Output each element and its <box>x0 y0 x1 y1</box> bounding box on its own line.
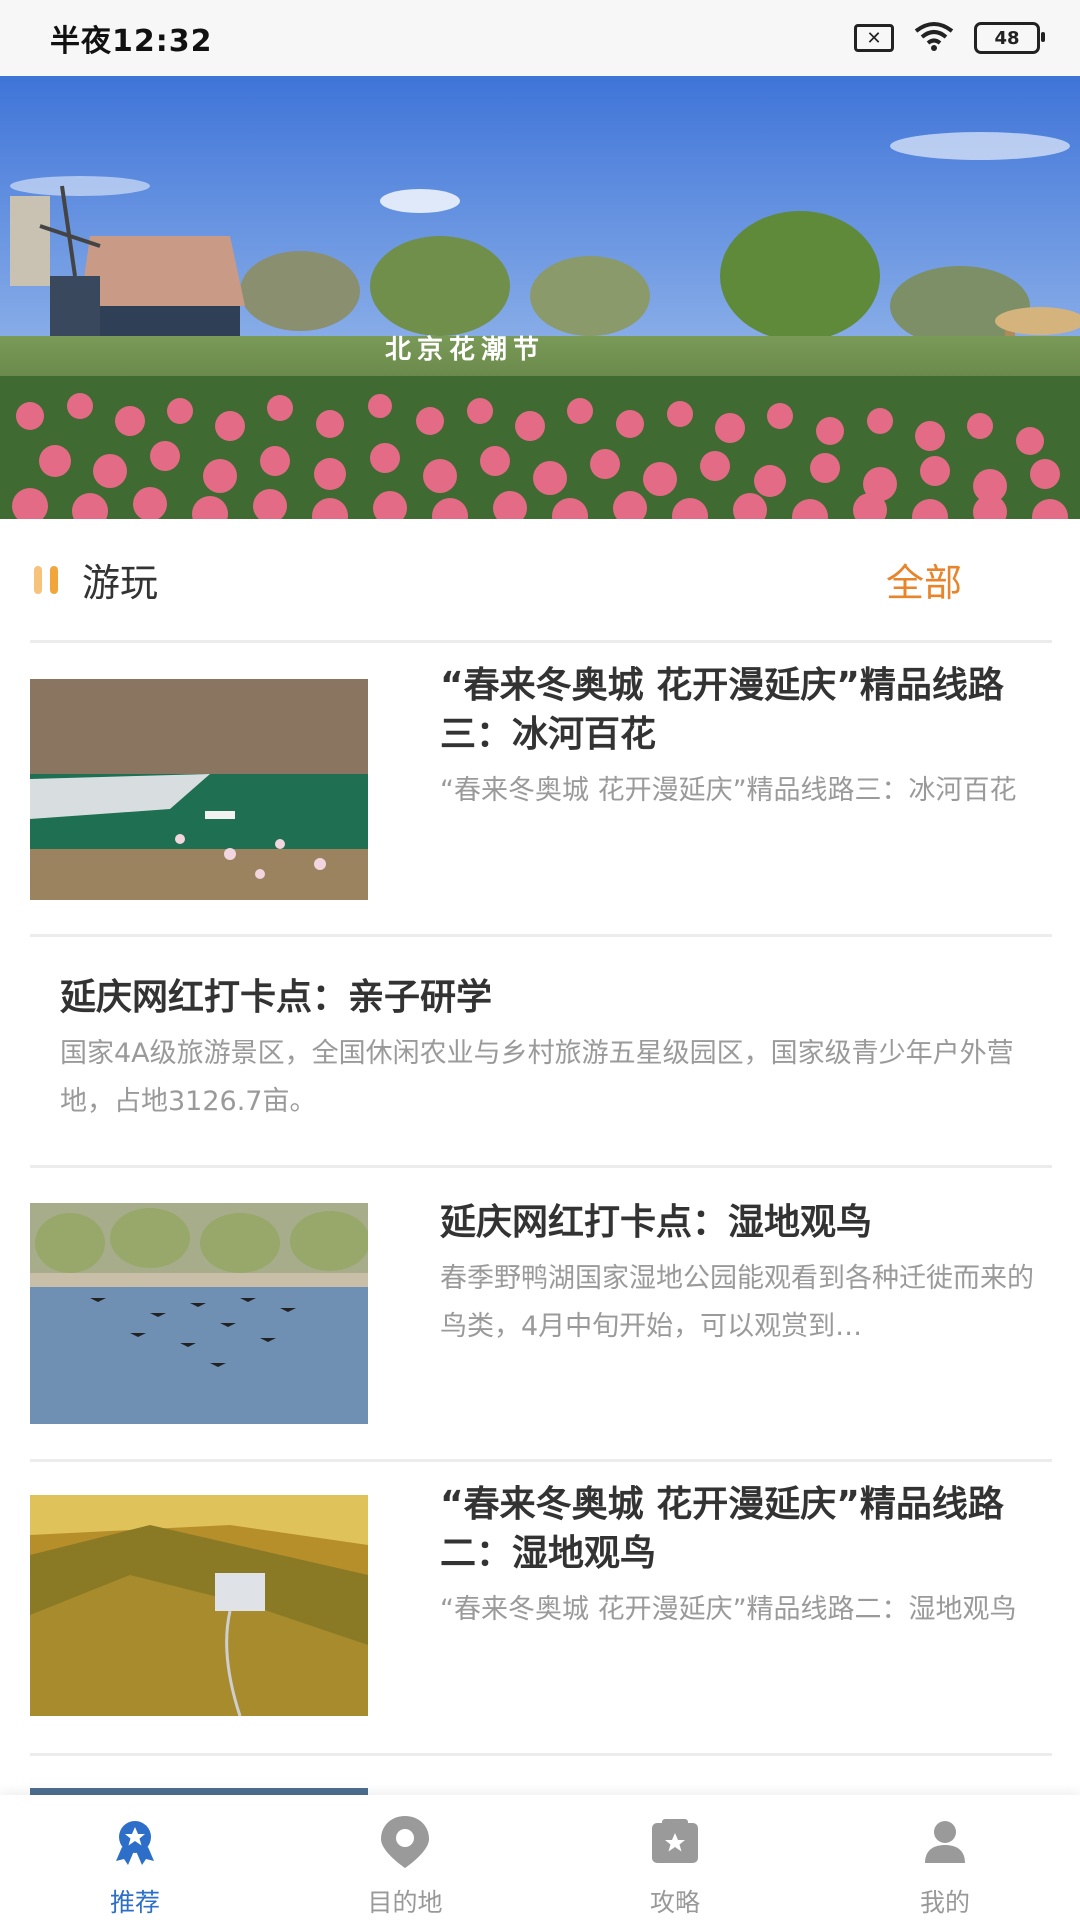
award-icon <box>104 1811 166 1873</box>
article-thumbnail <box>30 1203 368 1424</box>
section-title: 游玩 <box>82 561 159 605</box>
article-description: 春季野鸭湖国家湿地公园能观看到各种迁徙而来的鸟类，4月中旬开始，可以观赏到… <box>440 1263 1034 1342</box>
nav-recommend[interactable]: 推荐 <box>0 1795 270 1920</box>
bottom-nav: 推荐 目的地 攻略 我的 <box>0 1795 1080 1920</box>
list-item[interactable]: “春来冬奥城 花开漫延庆”精品线路三：冰河百花 “春来冬奥城 花开漫延庆”精品线… <box>30 643 1052 937</box>
article-description: 国家4A级旅游景区，全国休闲农业与乡村旅游五星级园区，国家级青少年户外营地，占地… <box>60 1038 1014 1117</box>
view-all-link[interactable]: 全部 <box>886 552 962 607</box>
list-item[interactable]: 延庆网红打卡点：亲子研学 国家4A级旅游景区，全国休闲农业与乡村旅游五星级园区，… <box>30 937 1052 1168</box>
article-description: “春来冬奥城 花开漫延庆”精品线路二：湿地观鸟 <box>440 1594 1017 1625</box>
nav-mine[interactable]: 我的 <box>810 1795 1080 1920</box>
battery-level: 48 <box>994 27 1020 49</box>
status-bar: 半夜12:32 ✕ 48 <box>0 0 1080 76</box>
user-icon <box>914 1811 976 1873</box>
article-title: “春来冬奥城 花开漫延庆”精品线路三：冰河百花 <box>440 665 1004 755</box>
list-item[interactable]: 延庆网红打卡点：湿地观鸟 春季野鸭湖国家湿地公园能观看到各种迁徙而来的鸟类，4月… <box>30 1168 1052 1462</box>
article-title: 延庆网红打卡点：亲子研学 <box>60 977 493 1018</box>
article-thumbnail <box>30 679 368 900</box>
nav-destination[interactable]: 目的地 <box>270 1795 540 1920</box>
status-icons: ✕ 48 <box>854 21 1045 55</box>
nav-label: 目的地 <box>367 1888 443 1917</box>
list-item[interactable]: “春来冬奥城 花开漫延庆”精品线路二：湿地观鸟 “春来冬奥城 花开漫延庆”精品线… <box>30 1462 1052 1756</box>
nav-label: 推荐 <box>109 1888 160 1917</box>
hero-sign-text: 北京花潮节 <box>385 334 545 365</box>
article-thumbnail <box>30 1495 368 1716</box>
article-description: “春来冬奥城 花开漫延庆”精品线路三：冰河百花 <box>440 775 1017 806</box>
wifi-icon <box>914 21 954 55</box>
no-sim-icon: ✕ <box>854 24 894 52</box>
article-title: 延庆网红打卡点：湿地观鸟 <box>440 1202 873 1243</box>
location-pin-icon <box>374 1811 436 1873</box>
section-accent-icon <box>34 565 58 594</box>
nav-guide[interactable]: 攻略 <box>540 1795 810 1920</box>
section-header: 游玩 全部 <box>30 519 1052 643</box>
guide-book-icon <box>644 1811 706 1873</box>
battery-icon: 48 <box>974 22 1045 54</box>
status-time: 半夜12:32 <box>50 24 213 59</box>
nav-label: 我的 <box>919 1888 970 1917</box>
article-title: “春来冬奥城 花开漫延庆”精品线路二：湿地观鸟 <box>440 1484 1004 1574</box>
nav-label: 攻略 <box>649 1888 700 1917</box>
hero-banner-image[interactable]: 北京花潮节 <box>0 76 1080 519</box>
